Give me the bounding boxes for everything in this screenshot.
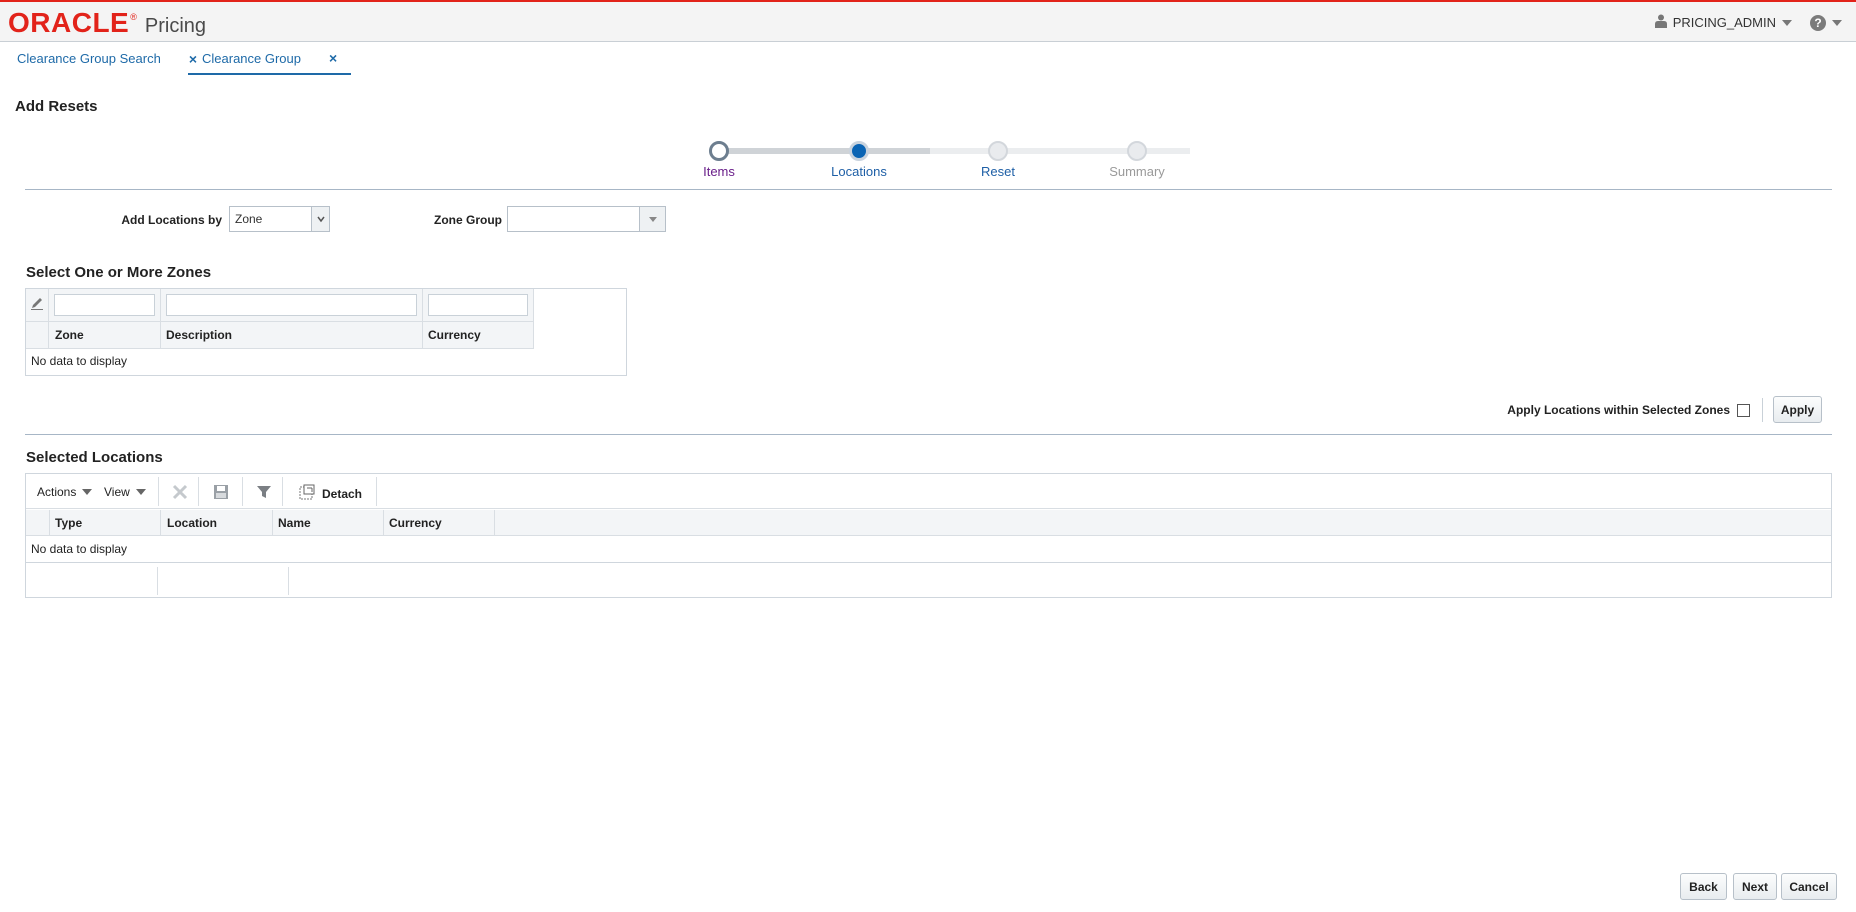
cancel-button[interactable]: Cancel: [1781, 873, 1837, 900]
col-header-type[interactable]: Type: [55, 516, 82, 530]
col-header-location[interactable]: Location: [167, 516, 217, 530]
actions-label[interactable]: Actions: [37, 485, 76, 499]
train-label-summary: Summary: [1109, 164, 1165, 179]
document-tabs: Clearance Group Search × Clearance Group…: [0, 43, 1856, 75]
train-stop-reset[interactable]: [988, 141, 1008, 161]
selected-locations-title: Selected Locations: [26, 449, 163, 466]
divider: [25, 189, 1832, 190]
edit-icon[interactable]: [29, 295, 45, 311]
user-menu[interactable]: PRICING_ADMIN: [1673, 15, 1776, 30]
col-divider: [272, 510, 273, 536]
actions-menu[interactable]: Actions: [37, 485, 93, 499]
user-icon: [1654, 14, 1667, 31]
separator: [1762, 398, 1763, 422]
apply-button[interactable]: Apply: [1773, 396, 1822, 423]
detach-button[interactable]: Detach: [298, 483, 362, 504]
col-divider: [48, 289, 49, 349]
zone-group-label: Zone Group: [434, 213, 502, 227]
back-button[interactable]: Back: [1680, 873, 1727, 900]
add-locations-by-value: Zone: [235, 212, 263, 226]
description-filter-input[interactable]: [166, 294, 417, 316]
col-divider: [383, 510, 384, 536]
divider: [25, 434, 1832, 435]
chevron-down-icon[interactable]: [639, 207, 665, 231]
train-track-remaining: [930, 148, 1190, 154]
footer-divider: [157, 567, 158, 595]
save-icon[interactable]: [212, 483, 230, 504]
zone-group-select[interactable]: [507, 206, 666, 232]
train-stop-summary: [1127, 141, 1147, 161]
col-divider: [160, 289, 161, 349]
train-label-items[interactable]: Items: [669, 164, 769, 179]
progress-train: Items Locations Reset Summary: [700, 136, 1190, 186]
col-header-description[interactable]: Description: [166, 328, 232, 342]
toolbar-separator: [376, 477, 377, 506]
chevron-down-icon[interactable]: [82, 489, 93, 495]
toolbar-separator: [242, 477, 243, 506]
col-header-currency[interactable]: Currency: [428, 328, 481, 342]
chevron-down-icon[interactable]: [1832, 19, 1842, 26]
footer-divider: [288, 567, 289, 595]
col-divider: [494, 510, 495, 536]
filter-icon[interactable]: [255, 483, 273, 504]
zones-section-title: Select One or More Zones: [26, 264, 212, 281]
toolbar-separator: [198, 477, 199, 506]
train-track-done: [720, 148, 930, 154]
train-label-reset[interactable]: Reset: [948, 164, 1048, 179]
table-footer-divider: [26, 562, 1831, 563]
registered-mark: ®: [130, 12, 137, 22]
oracle-logo: ORACLE: [8, 7, 130, 38]
detach-label[interactable]: Detach: [322, 487, 362, 501]
view-menu[interactable]: View: [104, 485, 146, 499]
train-stop-items[interactable]: [709, 141, 729, 161]
add-locations-by-label: Add Locations by: [121, 213, 222, 227]
col-divider: [422, 289, 423, 349]
col-header-currency[interactable]: Currency: [389, 516, 442, 530]
tab-label[interactable]: Clearance Group: [202, 51, 301, 66]
detach-icon[interactable]: [298, 483, 316, 504]
tab-clearance-group-search[interactable]: Clearance Group Search ×: [3, 43, 211, 74]
chevron-down-icon[interactable]: [311, 207, 329, 231]
empty-message: No data to display: [31, 542, 128, 556]
close-icon[interactable]: ×: [329, 50, 337, 66]
global-header: ORACLE ® Pricing PRICING_ADMIN ?: [0, 2, 1856, 42]
delete-icon[interactable]: [171, 483, 189, 504]
currency-filter-input[interactable]: [428, 294, 528, 316]
table-toolbar: [26, 474, 1831, 509]
tab-label[interactable]: Clearance Group Search: [17, 51, 161, 66]
toolbar-separator: [158, 477, 159, 506]
zone-filter-input[interactable]: [54, 294, 155, 316]
apply-within-zones-label: Apply Locations within Selected Zones: [1507, 403, 1730, 417]
col-header-name[interactable]: Name: [278, 516, 311, 530]
page-title: Add Resets: [15, 98, 98, 115]
help-icon[interactable]: ?: [1810, 14, 1826, 31]
brand: ORACLE ® Pricing: [8, 7, 207, 38]
add-locations-by-select[interactable]: Zone: [229, 206, 330, 232]
zones-table: Zone Description Currency No data to dis…: [25, 288, 627, 376]
next-button[interactable]: Next: [1733, 873, 1777, 900]
col-divider: [160, 510, 161, 536]
chevron-down-icon[interactable]: [1782, 19, 1792, 26]
view-label[interactable]: View: [104, 485, 130, 499]
train-stop-locations[interactable]: [849, 141, 869, 161]
col-header-zone[interactable]: Zone: [55, 328, 84, 342]
user-area: PRICING_ADMIN ?: [1654, 14, 1842, 31]
row-divider: [26, 321, 534, 322]
tab-clearance-group[interactable]: Clearance Group ×: [188, 43, 352, 75]
chevron-down-icon[interactable]: [135, 489, 146, 495]
row-divider: [26, 348, 534, 349]
selected-locations-table: Actions View Detach Type Location Name C…: [25, 473, 1832, 598]
toolbar-separator: [282, 477, 283, 506]
empty-message: No data to display: [31, 354, 128, 368]
train-label-locations[interactable]: Locations: [809, 164, 909, 179]
col-divider: [49, 510, 50, 536]
apply-within-zones-checkbox[interactable]: [1737, 404, 1750, 417]
app-name: Pricing: [144, 15, 207, 37]
